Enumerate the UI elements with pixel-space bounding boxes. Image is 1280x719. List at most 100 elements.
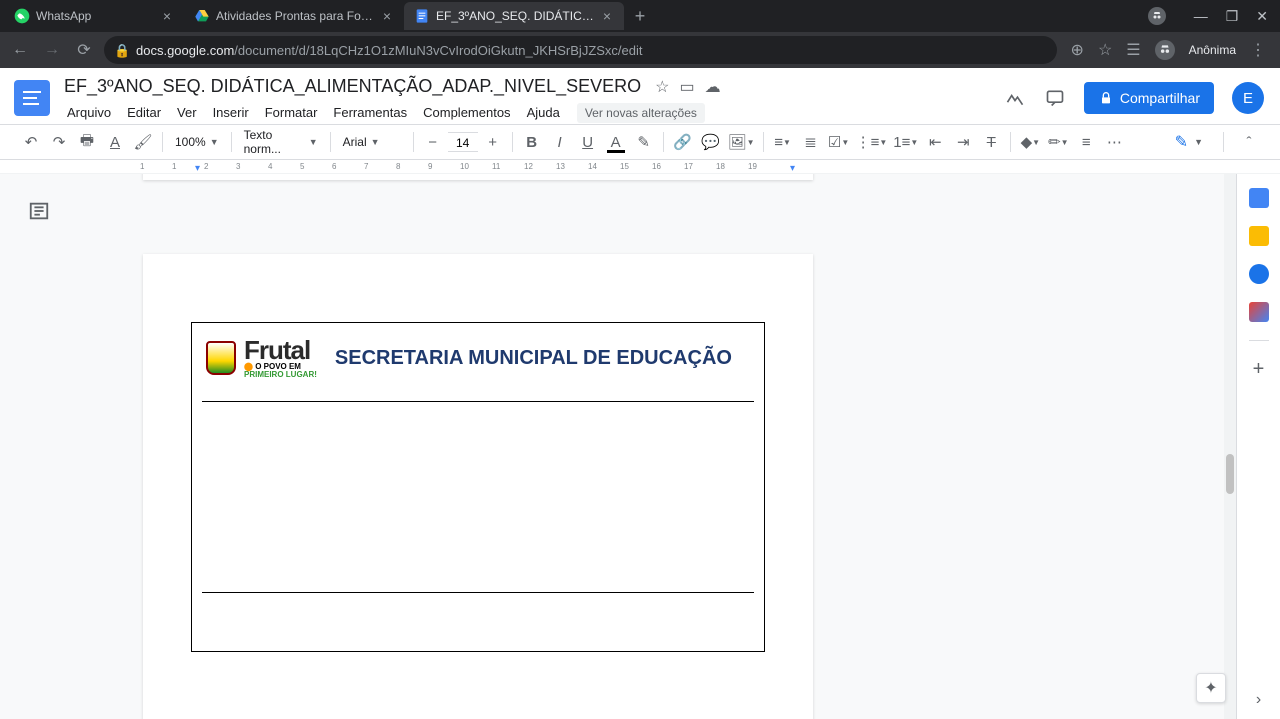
activity-icon[interactable]: [1004, 87, 1026, 109]
bold-button[interactable]: B: [519, 129, 545, 155]
crest-icon: [202, 337, 240, 379]
tab-docs-active[interactable]: EF_3ºANO_SEQ. DIDÁTICA_ALIME ×: [404, 2, 624, 30]
font-select[interactable]: Arial▼: [337, 130, 407, 154]
ruler-tick: 1: [172, 162, 176, 171]
comments-icon[interactable]: [1044, 87, 1066, 109]
menu-complementos[interactable]: Complementos: [416, 101, 517, 124]
numbered-list-button[interactable]: 1≡▼: [891, 129, 920, 155]
header-title: SECRETARIA MUNICIPAL DE EDUCAÇÃO: [335, 347, 754, 370]
logo: Frutal ⬤ O POVO EM PRIMEIRO LUGAR!: [202, 337, 317, 379]
menu-bar: Arquivo Editar Ver Inserir Formatar Ferr…: [60, 101, 1004, 124]
fill-color-button[interactable]: ◆▼: [1017, 129, 1043, 155]
comment-button[interactable]: 💬: [698, 129, 724, 155]
close-icon[interactable]: ×: [160, 9, 174, 23]
menu-ver[interactable]: Ver: [170, 101, 204, 124]
menu-editar[interactable]: Editar: [120, 101, 168, 124]
bulleted-list-button[interactable]: ⋮≡▼: [854, 129, 890, 155]
collapse-sidepanel-button[interactable]: ›: [1256, 691, 1261, 709]
document-title[interactable]: EF_3ºANO_SEQ. DIDÁTICA_ALIMENTAÇÃO_ADAP.…: [60, 74, 645, 99]
tasks-icon[interactable]: [1249, 264, 1269, 284]
addons-button[interactable]: +: [1249, 359, 1269, 379]
document-page[interactable]: Frutal ⬤ O POVO EM PRIMEIRO LUGAR! SECRE…: [143, 254, 813, 719]
ruler-tick: 9: [428, 162, 432, 171]
font-size-input[interactable]: 14: [448, 132, 478, 152]
close-icon[interactable]: ×: [600, 9, 614, 23]
profile-avatar[interactable]: [1155, 40, 1175, 60]
menu-inserir[interactable]: Inserir: [206, 101, 256, 124]
reading-list-icon[interactable]: ☰: [1126, 40, 1140, 60]
star-icon[interactable]: ☆: [1098, 40, 1112, 60]
ruler[interactable]: ▾ ▾ 112345678910111213141516171819: [0, 160, 1280, 174]
back-button[interactable]: ←: [8, 38, 32, 62]
image-button[interactable]: 🖼▼: [726, 129, 757, 155]
outline-toggle-button[interactable]: [28, 200, 50, 222]
font-decrease-button[interactable]: −: [420, 129, 446, 155]
border-color-button[interactable]: ✏▼: [1045, 129, 1071, 155]
document-page-previous[interactable]: [143, 174, 813, 180]
browser-address-bar: ← → ⟳ 🔒 docs.google.com/document/d/18LqC…: [0, 32, 1280, 68]
tab-whatsapp[interactable]: WhatsApp ×: [4, 2, 184, 30]
reload-button[interactable]: ⟳: [72, 38, 96, 62]
keep-icon[interactable]: [1249, 226, 1269, 246]
menu-icon[interactable]: ⋮: [1250, 40, 1266, 60]
url-bar[interactable]: 🔒 docs.google.com/document/d/18LqCHz1O1z…: [104, 36, 1057, 64]
new-tab-button[interactable]: +: [628, 4, 652, 28]
clear-formatting-button[interactable]: T: [978, 129, 1004, 155]
forward-button[interactable]: →: [40, 38, 64, 62]
close-icon[interactable]: ×: [380, 9, 394, 23]
menu-arquivo[interactable]: Arquivo: [60, 101, 118, 124]
ruler-tick: 6: [332, 162, 336, 171]
indent-decrease-button[interactable]: ⇤: [922, 129, 948, 155]
star-icon[interactable]: ☆: [655, 77, 669, 97]
tab-drive[interactable]: Atividades Prontas para Formata ×: [184, 2, 404, 30]
scrollbar-thumb[interactable]: [1226, 454, 1234, 494]
zoom-select[interactable]: 100%▼: [169, 130, 225, 154]
indent-marker-left[interactable]: ▾: [195, 163, 200, 174]
style-select[interactable]: Texto norm...▼: [238, 130, 324, 154]
divider: [202, 401, 754, 402]
redo-button[interactable]: ↷: [46, 129, 72, 155]
editing-mode-button[interactable]: ✎▼: [1167, 128, 1211, 156]
move-icon[interactable]: ▭: [679, 77, 694, 97]
align-button[interactable]: ≡▼: [770, 129, 796, 155]
table-cell[interactable]: Frutal ⬤ O POVO EM PRIMEIRO LUGAR! SECRE…: [191, 322, 765, 652]
ruler-tick: 18: [716, 162, 725, 171]
spellcheck-button[interactable]: A: [102, 129, 128, 155]
paint-format-button[interactable]: 🖌: [130, 129, 156, 155]
minimize-button[interactable]: —: [1194, 8, 1208, 24]
url-host: docs.google.com: [136, 43, 234, 58]
close-window-button[interactable]: ✕: [1256, 8, 1268, 25]
ruler-tick: 15: [620, 162, 629, 171]
formatting-toolbar: ↶ ↷ 🖶 A 🖌 100%▼ Texto norm...▼ Arial▼ − …: [0, 124, 1280, 160]
checklist-button[interactable]: ☑▼: [826, 129, 852, 155]
calendar-icon[interactable]: [1249, 188, 1269, 208]
ruler-tick: 19: [748, 162, 757, 171]
contacts-icon[interactable]: [1249, 302, 1269, 322]
collapse-toolbar-button[interactable]: ˆ: [1236, 129, 1262, 155]
zoom-icon[interactable]: ⊕: [1071, 40, 1084, 60]
line-spacing-button[interactable]: ≣: [798, 129, 824, 155]
menu-ajuda[interactable]: Ajuda: [520, 101, 567, 124]
indent-increase-button[interactable]: ⇥: [950, 129, 976, 155]
vertical-scrollbar[interactable]: [1224, 174, 1236, 719]
italic-button[interactable]: I: [547, 129, 573, 155]
text-color-button[interactable]: A: [603, 129, 629, 155]
menu-ferramentas[interactable]: Ferramentas: [326, 101, 414, 124]
maximize-button[interactable]: ❐: [1226, 8, 1239, 25]
underline-button[interactable]: U: [575, 129, 601, 155]
docs-home-icon[interactable]: [14, 80, 50, 116]
menu-formatar[interactable]: Formatar: [258, 101, 325, 124]
font-increase-button[interactable]: +: [480, 129, 506, 155]
print-button[interactable]: 🖶: [74, 129, 100, 155]
link-button[interactable]: 🔗: [670, 129, 696, 155]
changes-chip[interactable]: Ver novas alterações: [577, 103, 705, 123]
user-avatar[interactable]: E: [1232, 82, 1264, 114]
cloud-status-icon[interactable]: ☁: [705, 77, 721, 97]
explore-button[interactable]: ✦: [1196, 673, 1226, 703]
share-button[interactable]: Compartilhar: [1084, 82, 1214, 114]
indent-marker-right[interactable]: ▾: [790, 163, 795, 174]
border-width-button[interactable]: ≡: [1073, 129, 1099, 155]
border-dash-button[interactable]: ⋯: [1101, 129, 1127, 155]
highlight-button[interactable]: ✎: [631, 129, 657, 155]
undo-button[interactable]: ↶: [18, 129, 44, 155]
